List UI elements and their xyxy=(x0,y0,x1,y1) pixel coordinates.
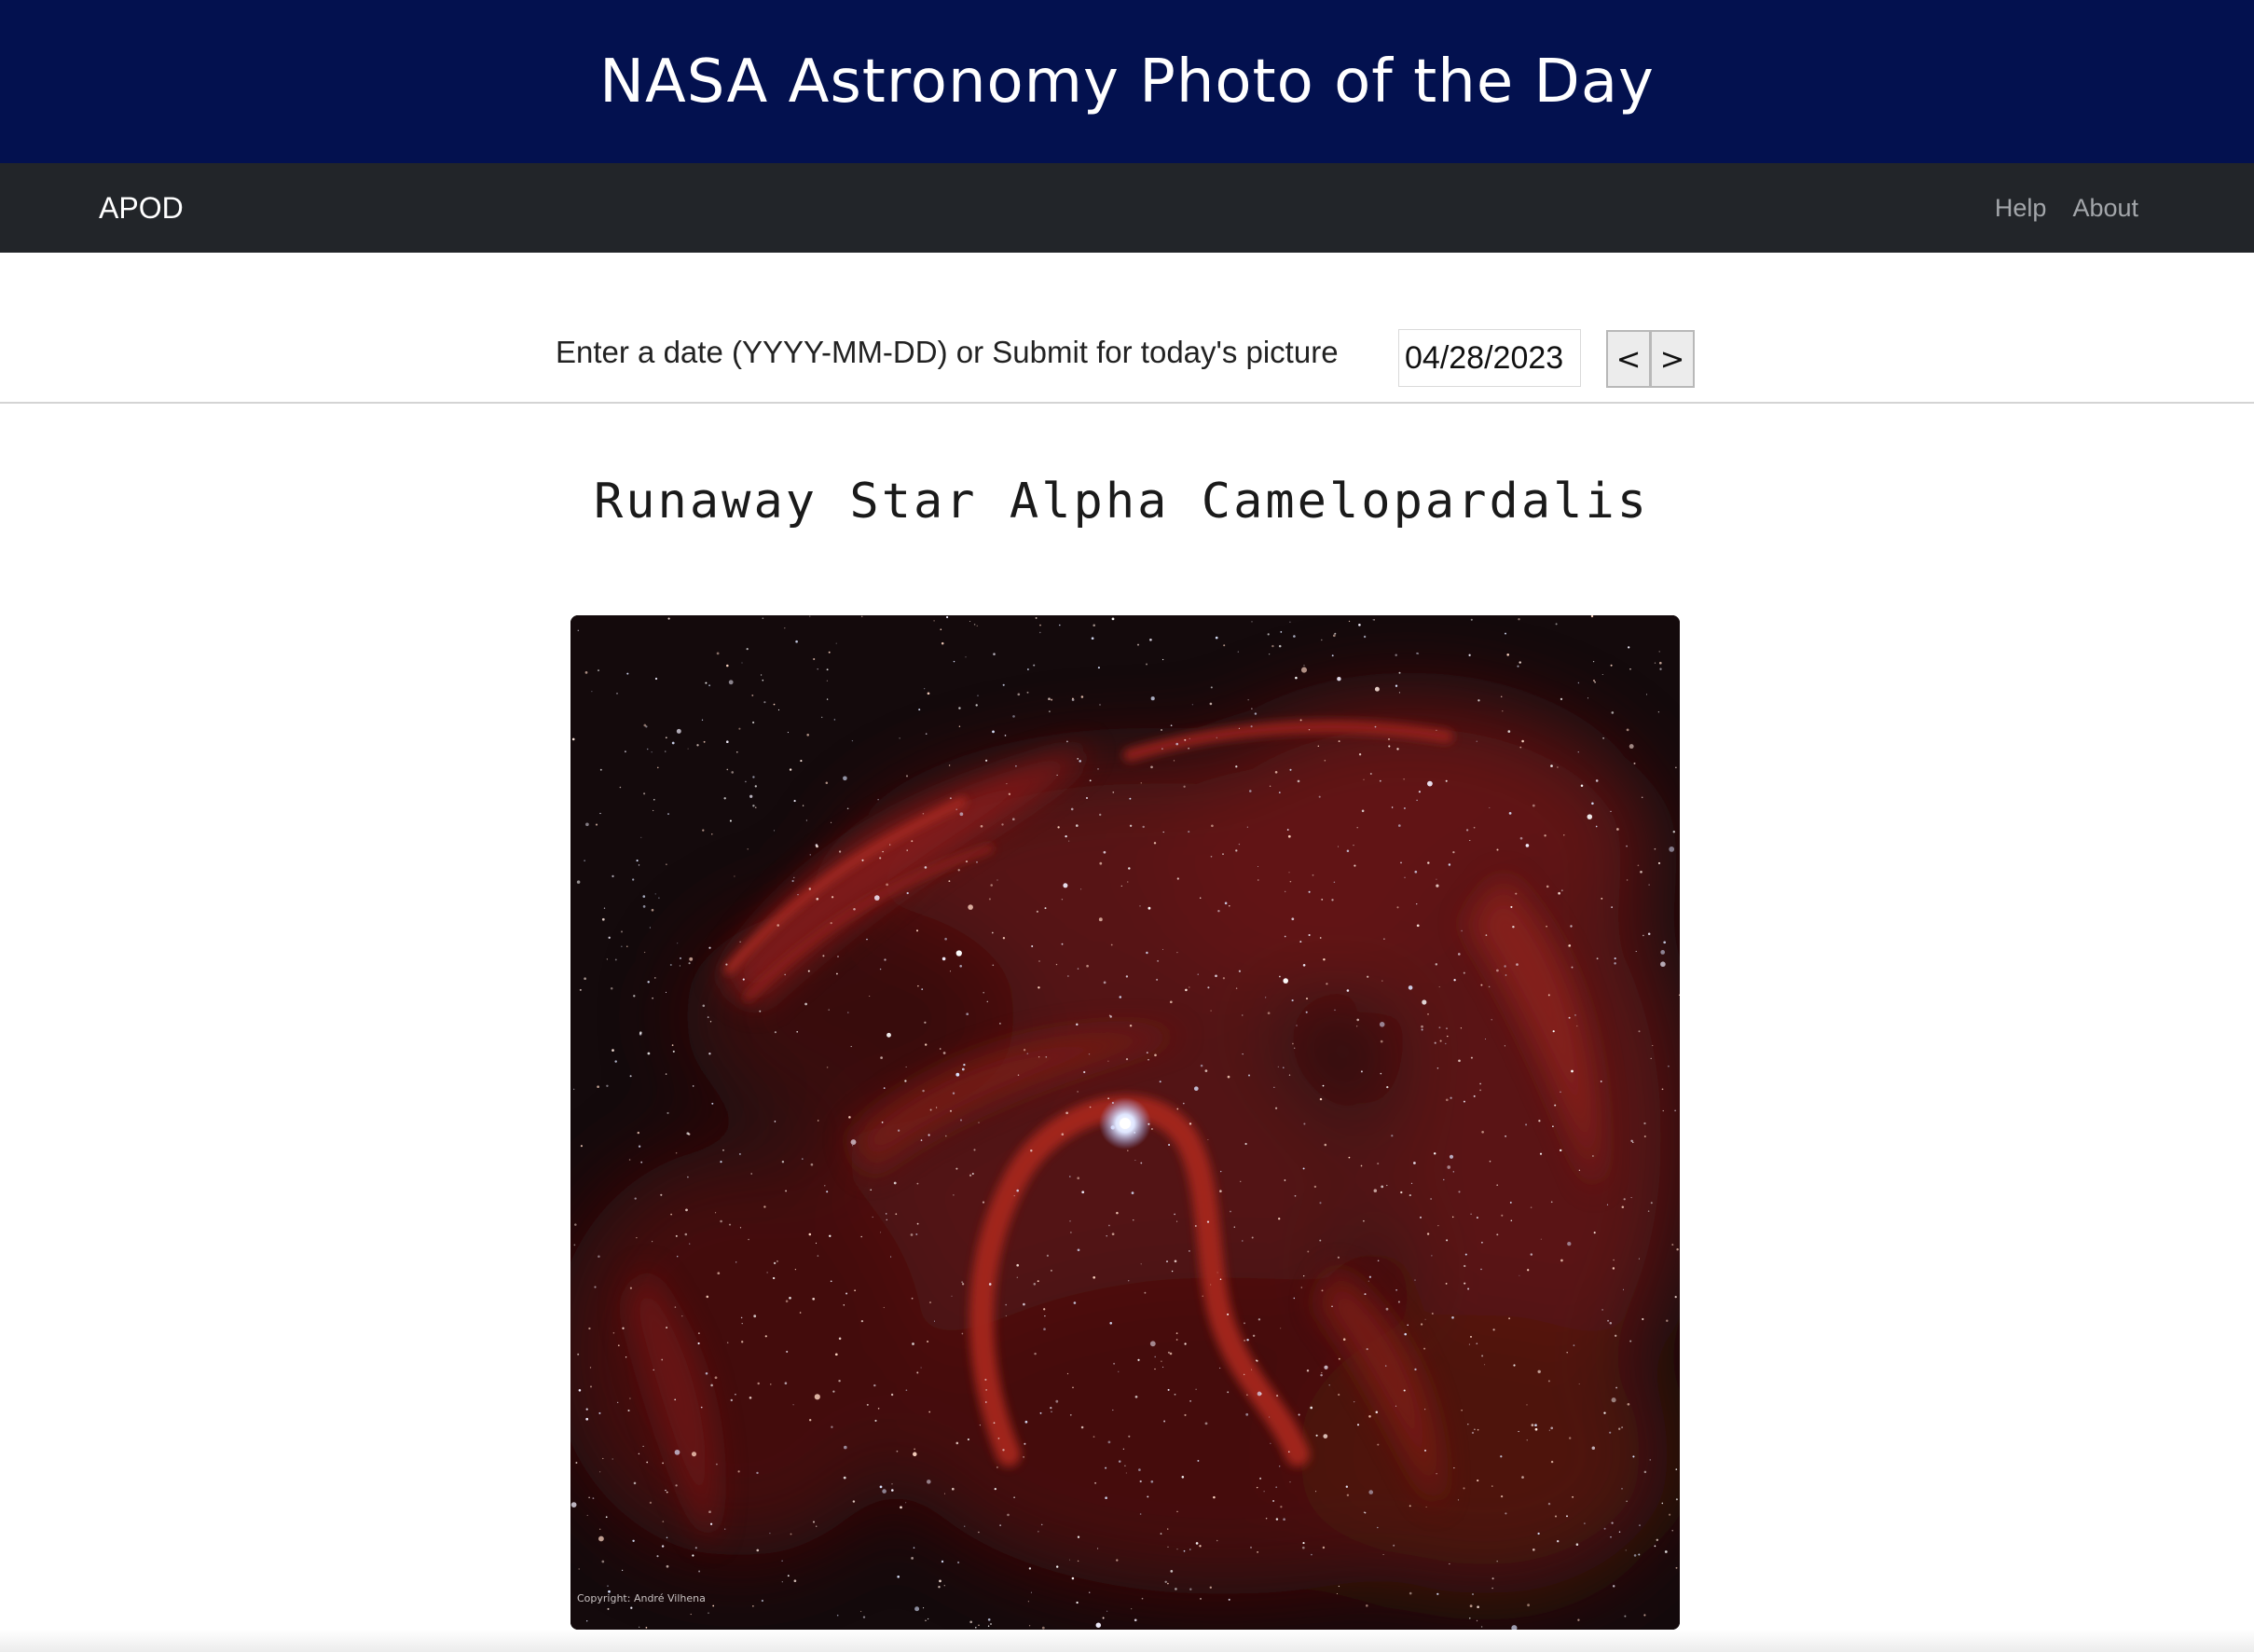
site-title: NASA Astronomy Photo of the Day xyxy=(599,47,1655,117)
nav-help-link[interactable]: Help xyxy=(1995,194,2047,223)
date-picker-form: Enter a date (YYYY-MM-DD) or Submit for … xyxy=(0,253,2254,404)
navbar: APOD Help About xyxy=(0,163,2254,253)
nebula-image xyxy=(570,615,1680,1630)
photo-title: Runaway Star Alpha Camelopardalis xyxy=(593,474,1650,530)
date-prompt-label: Enter a date (YYYY-MM-DD) or Submit for … xyxy=(556,335,1339,369)
bottom-edge-shade xyxy=(0,1630,2254,1652)
brand-link[interactable]: APOD xyxy=(99,191,184,226)
nav-links: Help About xyxy=(1995,194,2138,223)
next-day-button[interactable]: > xyxy=(1650,330,1695,388)
site-banner: NASA Astronomy Photo of the Day xyxy=(0,0,2254,163)
apod-image: Copyright: André Vilhena xyxy=(570,615,1680,1630)
previous-day-button[interactable]: < xyxy=(1606,330,1651,388)
nav-about-link[interactable]: About xyxy=(2072,194,2138,223)
photo-credit: Copyright: André Vilhena xyxy=(577,1592,706,1604)
date-input[interactable] xyxy=(1398,329,1581,387)
